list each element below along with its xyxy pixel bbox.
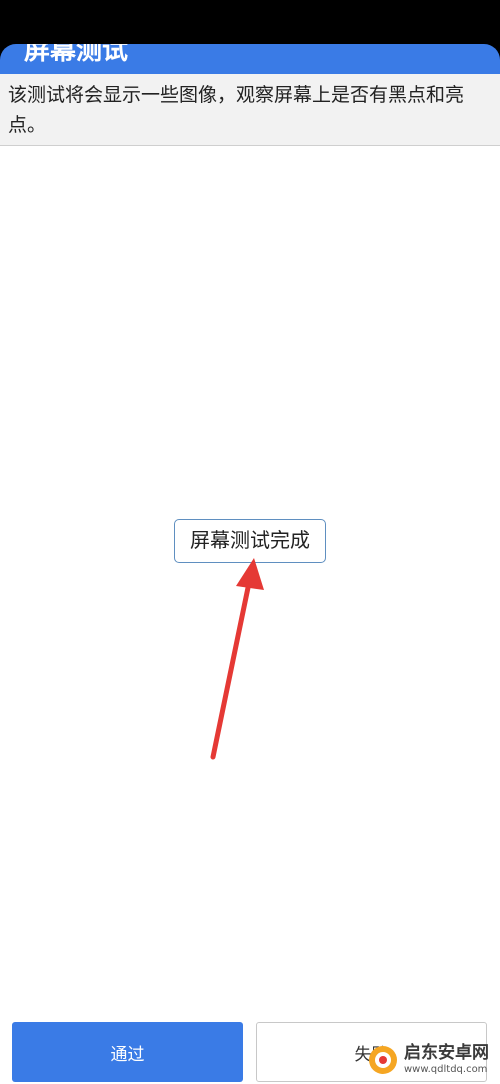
header-title: 屏幕测试 (24, 44, 129, 66)
test-complete-label: 屏幕测试完成 (174, 519, 326, 563)
fail-button[interactable]: 失败 (256, 1022, 487, 1082)
description-panel: 该测试将会显示一些图像，观察屏幕上是否有黑点和亮点。 (0, 74, 500, 146)
test-display-area (0, 147, 500, 1007)
description-text: 该测试将会显示一些图像，观察屏幕上是否有黑点和亮点。 (8, 84, 465, 136)
pass-button[interactable]: 通过 (12, 1022, 243, 1082)
header-bar: 屏幕测试 (0, 44, 500, 74)
